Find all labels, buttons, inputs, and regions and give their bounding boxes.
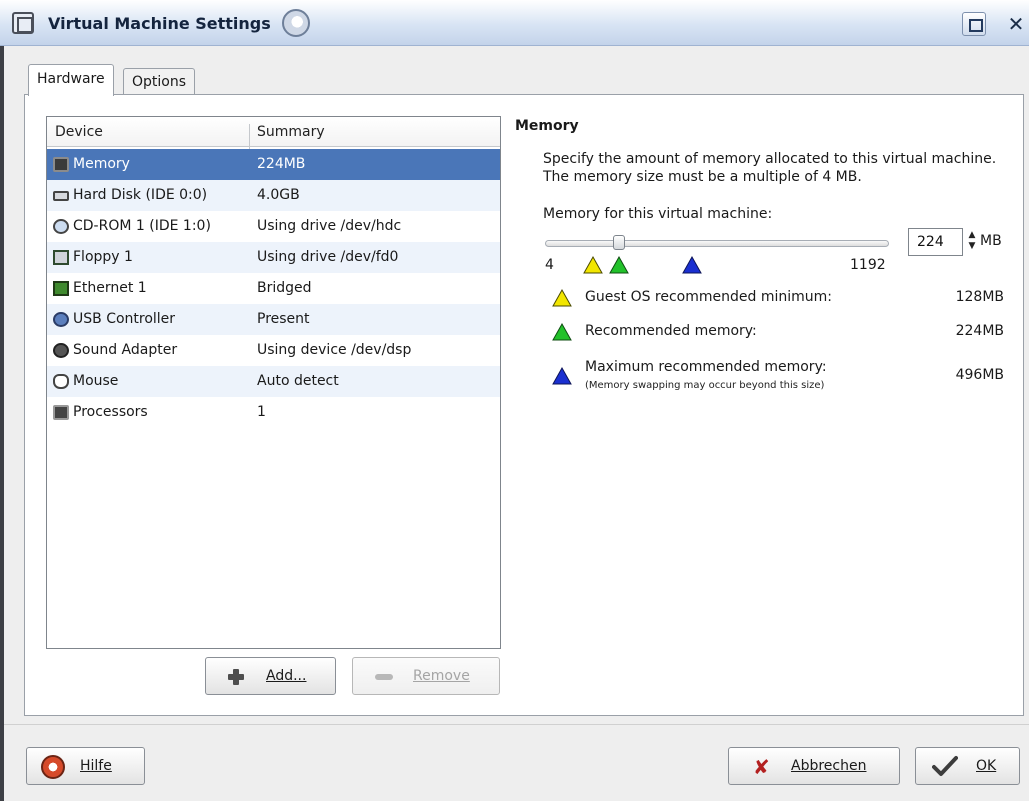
memory-slider-label: Memory for this virtual machine: — [543, 206, 773, 222]
legend-guest-os-minimum: Guest OS recommended minimum: 128MB — [552, 288, 1004, 311]
guest-os-minimum-marker-icon — [583, 256, 604, 274]
device-row-usb-controller[interactable]: USB Controller Present — [47, 304, 500, 335]
device-summary: Bridged — [257, 280, 312, 296]
memory-chip-icon — [53, 157, 69, 172]
device-list[interactable]: Device Summary Memory 224MB Hard Disk (I… — [46, 116, 501, 649]
blue-triangle-icon — [552, 366, 572, 389]
add-device-button[interactable]: Add... — [205, 657, 336, 695]
ok-checkmark-icon — [932, 755, 958, 777]
device-summary: Using drive /dev/fd0 — [257, 249, 399, 265]
device-row-ethernet[interactable]: Ethernet 1 Bridged — [47, 273, 500, 304]
tab-options[interactable]: Options — [123, 68, 196, 94]
tab-hardware[interactable]: Hardware — [28, 64, 114, 96]
device-row-memory[interactable]: Memory 224MB — [47, 149, 500, 180]
legend-text: Guest OS recommended minimum: — [585, 289, 833, 305]
memory-size-input[interactable] — [908, 228, 963, 256]
legend-value: 128MB — [955, 289, 1004, 305]
device-name: Mouse — [73, 373, 119, 389]
help-button-label: Hilfe — [80, 758, 112, 774]
cdrom-icon — [53, 219, 69, 234]
memory-description: Specify the amount of memory allocated t… — [543, 151, 997, 185]
maximum-recommended-marker-icon — [681, 256, 702, 274]
legend-maximum-recommended: Maximum recommended memory: 496MB — [552, 359, 1004, 399]
add-button-label: Add... — [266, 668, 307, 684]
list-header: Device Summary — [47, 117, 500, 150]
mouse-icon — [53, 374, 69, 389]
device-name: Memory — [73, 156, 130, 172]
memory-slider-track[interactable] — [545, 240, 889, 247]
column-separator[interactable] — [249, 124, 250, 150]
device-name: USB Controller — [73, 311, 176, 327]
column-header-device[interactable]: Device — [55, 124, 103, 140]
device-name: Floppy 1 — [73, 249, 133, 265]
floppy-icon — [53, 250, 69, 265]
cancel-button-label: Abbrechen — [791, 758, 867, 774]
close-button[interactable]: ✕ — [1004, 12, 1028, 36]
activity-swirl-icon — [282, 9, 310, 37]
sound-icon — [53, 343, 69, 358]
usb-icon — [53, 312, 69, 327]
window-app-icon — [12, 12, 34, 34]
device-row-sound-adapter[interactable]: Sound Adapter Using device /dev/dsp — [47, 335, 500, 366]
ethernet-icon — [53, 281, 69, 296]
slider-max-label: 1192 — [850, 257, 886, 273]
plus-icon — [228, 669, 244, 685]
window-title: Virtual Machine Settings — [48, 14, 271, 33]
maximize-button[interactable] — [962, 12, 986, 36]
slider-min-label: 4 — [545, 257, 554, 273]
legend-text: Maximum recommended memory: — [585, 359, 827, 375]
processor-icon — [53, 405, 69, 420]
device-summary: 1 — [257, 404, 266, 420]
legend-swap-note: (Memory swapping may occur beyond this s… — [585, 380, 825, 391]
help-button[interactable]: Hilfe — [26, 747, 145, 785]
footer-divider — [4, 724, 1029, 725]
hard-disk-icon — [53, 191, 69, 201]
device-summary: Using drive /dev/hdc — [257, 218, 402, 234]
legend-text: Recommended memory: — [585, 323, 757, 339]
device-summary: Auto detect — [257, 373, 339, 389]
device-summary: 4.0GB — [257, 187, 300, 203]
lifebuoy-icon — [41, 755, 65, 779]
device-row-processors[interactable]: Processors 1 — [47, 397, 500, 428]
title-bar: Virtual Machine Settings ✕ — [0, 0, 1029, 46]
remove-button-label: Remove — [413, 668, 470, 684]
legend-value: 496MB — [955, 367, 1004, 383]
ok-button-label: OK — [976, 758, 997, 774]
device-name: Hard Disk (IDE 0:0) — [73, 187, 208, 203]
device-name: Sound Adapter — [73, 342, 178, 358]
device-row-floppy[interactable]: Floppy 1 Using drive /dev/fd0 — [47, 242, 500, 273]
recommended-memory-marker-icon — [609, 256, 629, 274]
yellow-triangle-icon — [552, 288, 572, 311]
legend-recommended: Recommended memory: 224MB — [552, 322, 1004, 345]
memory-unit-label: MB — [980, 233, 1002, 249]
cancel-button[interactable]: ✘ Abbrechen — [728, 747, 900, 785]
device-name: CD-ROM 1 (IDE 1:0) — [73, 218, 211, 234]
legend-value: 224MB — [955, 323, 1004, 339]
device-row-mouse[interactable]: Mouse Auto detect — [47, 366, 500, 397]
cancel-x-icon: ✘ — [753, 755, 770, 779]
device-name: Ethernet 1 — [73, 280, 147, 296]
device-summary: Using device /dev/dsp — [257, 342, 412, 358]
memory-spin-arrows-icon[interactable]: ▲ ▼ — [967, 230, 977, 254]
ok-button[interactable]: OK — [915, 747, 1020, 785]
device-summary: Present — [257, 311, 310, 327]
remove-device-button[interactable]: Remove — [352, 657, 500, 695]
memory-section-title: Memory — [515, 118, 579, 134]
device-name: Processors — [73, 404, 148, 420]
green-triangle-icon — [552, 322, 572, 345]
memory-slider-thumb[interactable] — [612, 235, 625, 250]
device-summary: 224MB — [257, 156, 306, 172]
minus-icon — [375, 674, 393, 680]
column-header-summary[interactable]: Summary — [257, 124, 325, 140]
device-row-hard-disk[interactable]: Hard Disk (IDE 0:0) 4.0GB — [47, 180, 500, 211]
device-row-cdrom[interactable]: CD-ROM 1 (IDE 1:0) Using drive /dev/hdc — [47, 211, 500, 242]
